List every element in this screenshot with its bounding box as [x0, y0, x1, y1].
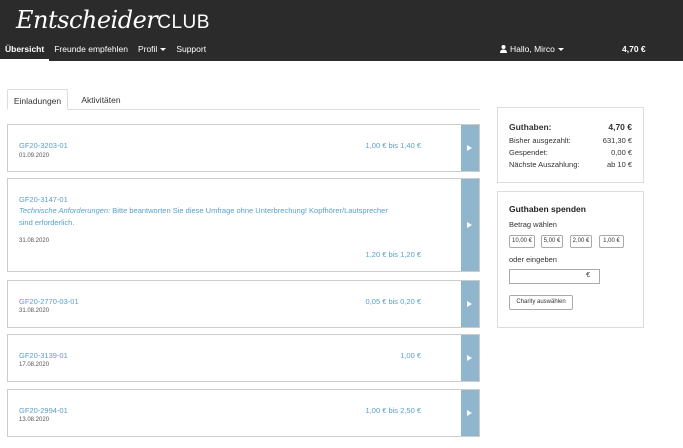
- invitation-open-button[interactable]: [461, 335, 479, 381]
- nav-profil-label: Profil: [137, 44, 158, 54]
- or-enter-label: oder eingeben: [509, 255, 557, 264]
- invitation-card[interactable]: GF20-3139-01 17.08.2020 1,00 €: [7, 334, 480, 382]
- user-menu[interactable]: Hallo, Mirco: [500, 44, 564, 54]
- credit-row-value: 631,30 €: [602, 136, 632, 145]
- invitation-open-button[interactable]: [461, 390, 479, 436]
- tab-aktivitaeten[interactable]: Aktivitäten: [76, 89, 126, 110]
- logo-script: Entscheider: [16, 6, 158, 34]
- invitation-open-button[interactable]: [461, 281, 479, 327]
- requirements-label: Technische Anforderungen:: [19, 206, 111, 215]
- invitation-date: 31.08.2020: [19, 238, 50, 244]
- invitation-open-button[interactable]: [461, 179, 479, 271]
- invitation-id[interactable]: GF20-3147-01: [19, 195, 68, 204]
- play-icon: [467, 301, 472, 307]
- invitation-price: 1,00 € bis 1,40 €: [365, 141, 421, 150]
- user-icon: [500, 45, 507, 53]
- donate-panel: Guthaben spenden Betrag wählen 10,00 € 5…: [497, 191, 644, 328]
- amount-button-5[interactable]: 5,00 €: [541, 235, 563, 248]
- invitation-id[interactable]: GF20-2770-03-01: [19, 297, 79, 306]
- amount-button-10[interactable]: 10,00 €: [509, 235, 535, 248]
- play-icon: [467, 355, 472, 361]
- play-icon: [467, 222, 472, 228]
- play-icon: [467, 145, 472, 151]
- choose-amount-label: Betrag wählen: [509, 220, 557, 229]
- header-balance: 4,70 €: [622, 44, 646, 54]
- amount-button-2[interactable]: 2,00 €: [570, 235, 592, 248]
- invitation-price: 1,00 € bis 2,50 €: [365, 406, 421, 415]
- currency-unit: €: [586, 272, 590, 279]
- credit-row: Gespendet: 0,00 €: [509, 148, 632, 157]
- credit-amount: 4,70 €: [608, 122, 632, 132]
- nav-profil[interactable]: Profil: [133, 40, 171, 61]
- credit-row-value: ab 10 €: [606, 160, 632, 169]
- invitation-card[interactable]: GF20-3147-01 Technische Anforderungen: B…: [7, 178, 480, 272]
- chevron-down-icon: [160, 48, 167, 52]
- chevron-down-icon: [557, 48, 564, 52]
- invitation-price: 1,00 €: [400, 351, 421, 360]
- invitation-card[interactable]: GF20-2994-01 13.08.2020 1,00 € bis 2,50 …: [7, 389, 480, 437]
- invitation-price: 0,05 € bis 0,20 €: [365, 297, 421, 306]
- play-icon: [467, 410, 472, 416]
- invitation-date: 01.09.2020: [19, 153, 50, 159]
- invitation-price: 1,20 € bis 1,20 €: [365, 250, 421, 259]
- invitation-date: 31.08.2020: [19, 308, 50, 314]
- credit-row-value: 0,00 €: [611, 148, 632, 157]
- credit-total: Guthaben: 4,70 €: [509, 122, 632, 132]
- invitation-id[interactable]: GF20-3139-01: [19, 351, 68, 360]
- user-greeting: Hallo, Mirco: [510, 44, 555, 54]
- credit-row: Nächste Auszahlung: ab 10 €: [509, 160, 632, 169]
- credit-row: Bisher ausgezahlt: 631,30 €: [509, 136, 632, 145]
- logo[interactable]: EntscheiderCLUB: [16, 6, 210, 34]
- nav-uebersicht[interactable]: Übersicht: [0, 40, 50, 61]
- invitation-description: Technische Anforderungen: Bitte beantwor…: [19, 205, 389, 229]
- credit-row-label: Bisher ausgezahlt:: [509, 136, 571, 145]
- amount-input[interactable]: €: [509, 269, 600, 284]
- credit-row-label: Gespendet:: [509, 148, 548, 157]
- select-charity-button[interactable]: Charity auswählen: [509, 295, 573, 310]
- invitation-id[interactable]: GF20-2994-01: [19, 406, 68, 415]
- invitation-date: 13.08.2020: [19, 417, 50, 423]
- amount-button-1[interactable]: 1,00 €: [599, 235, 624, 248]
- credit-panel: Guthaben: 4,70 € Bisher ausgezahlt: 631,30…: [497, 107, 644, 183]
- nav-support[interactable]: Support: [171, 40, 211, 61]
- main-nav: Übersicht Freunde empfehlen Profil Suppo…: [0, 40, 211, 61]
- invitation-card[interactable]: GF20-3203-01 01.09.2020 1,00 € bis 1,40 …: [7, 124, 480, 172]
- invitation-date: 17.08.2020: [19, 362, 50, 368]
- invitation-card[interactable]: GF20-2770-03-01 31.08.2020 0,05 € bis 0,…: [7, 280, 480, 328]
- nav-freunde-empfehlen[interactable]: Freunde empfehlen: [49, 40, 133, 61]
- credit-title: Guthaben:: [509, 122, 552, 132]
- invitation-open-button[interactable]: [461, 125, 479, 171]
- tab-einladungen[interactable]: Einladungen: [7, 89, 68, 110]
- tab-bar: Einladungen Aktivitäten: [7, 89, 480, 110]
- top-navbar: EntscheiderCLUB Übersicht Freunde empfeh…: [0, 0, 683, 61]
- logo-club: CLUB: [157, 12, 210, 33]
- credit-row-label: Nächste Auszahlung:: [509, 160, 580, 169]
- donate-title: Guthaben spenden: [509, 204, 586, 214]
- invitation-id[interactable]: GF20-3203-01: [19, 141, 68, 150]
